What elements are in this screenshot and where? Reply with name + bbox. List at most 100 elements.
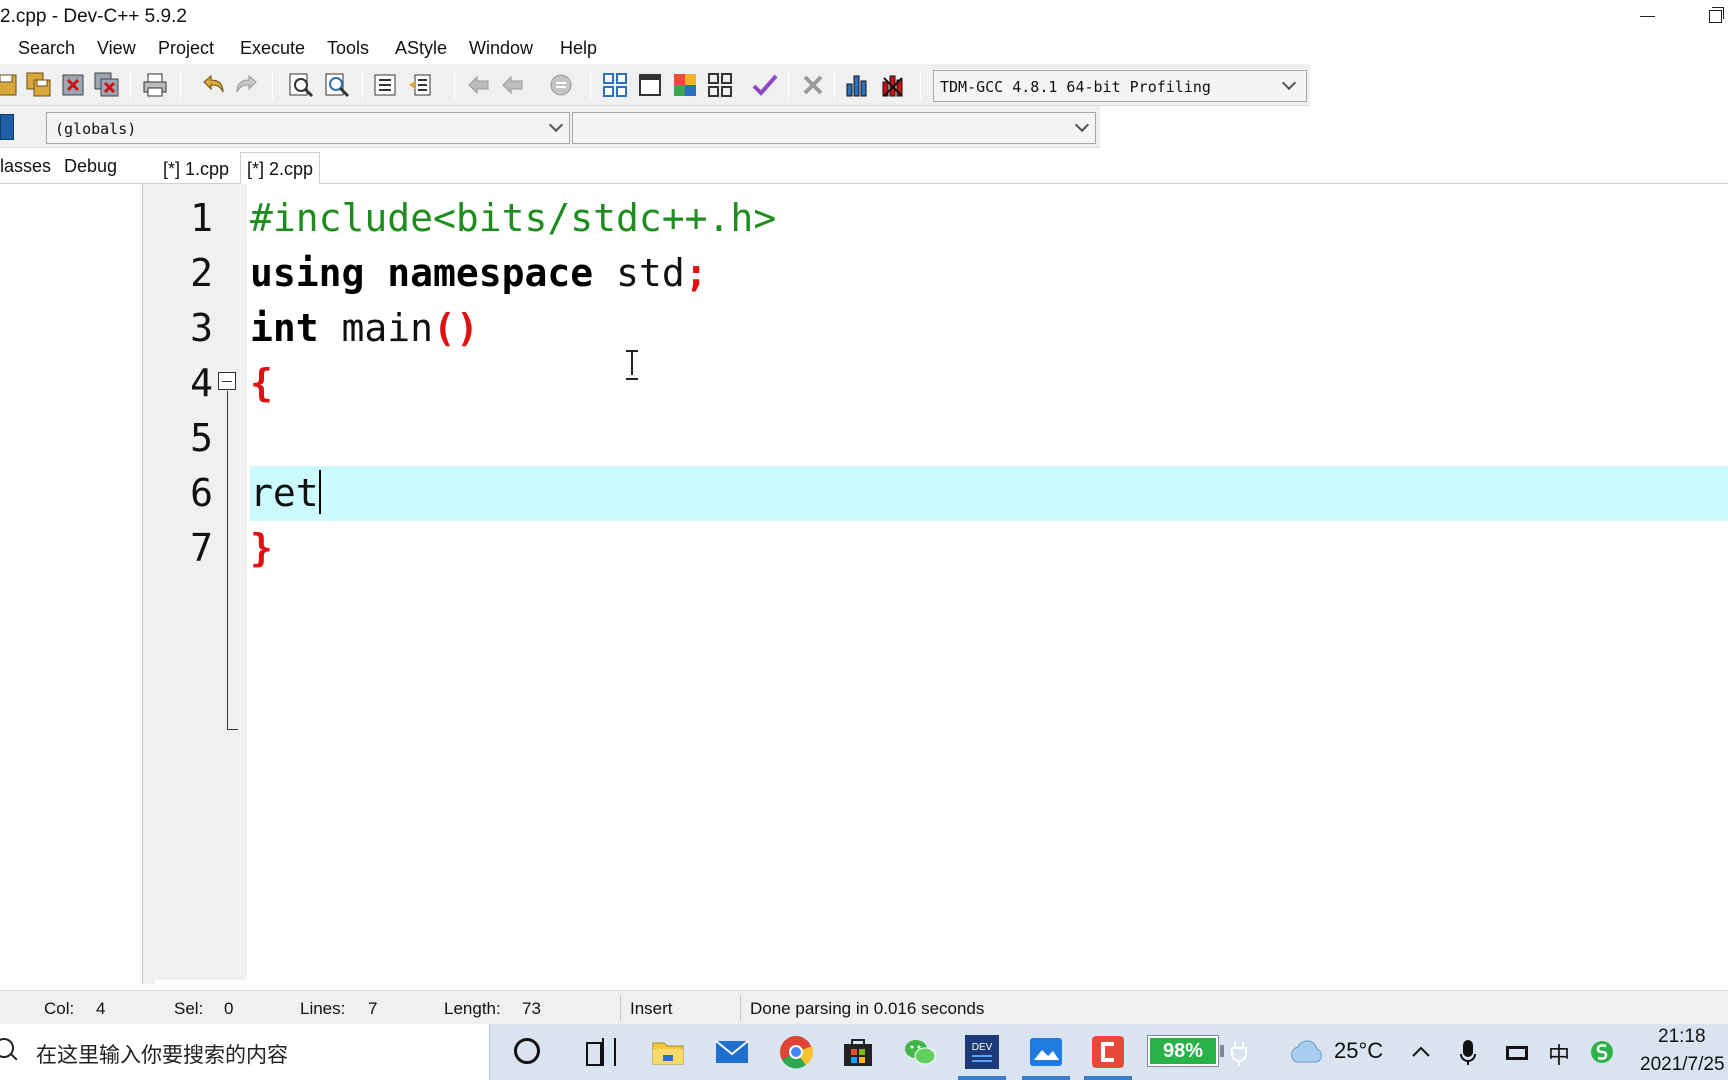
plug-icon bbox=[1231, 1042, 1247, 1066]
dev-cpp-icon[interactable]: DEV bbox=[964, 1034, 1000, 1070]
tab-1-cpp[interactable]: [*] 1.cpp bbox=[156, 152, 236, 184]
line-number: 3 bbox=[190, 306, 213, 350]
line-number: 7 bbox=[190, 526, 213, 570]
save-all-icon[interactable] bbox=[26, 72, 52, 98]
delete-profile-icon[interactable] bbox=[880, 72, 906, 98]
taskbar-search[interactable]: 在这里输入你要搜索的内容 bbox=[0, 1024, 490, 1080]
print-icon[interactable] bbox=[142, 72, 168, 98]
status-bar: Col: 4 Sel: 0 Lines: 7 Length: 73 Insert… bbox=[0, 990, 1728, 1024]
symbol: } bbox=[250, 526, 273, 570]
task-view-icon[interactable] bbox=[584, 1038, 616, 1066]
status-sel-value: 0 bbox=[224, 999, 234, 1018]
status-message: Done parsing in 0.016 seconds bbox=[750, 999, 985, 1018]
menu-search[interactable]: Search bbox=[18, 38, 75, 59]
fold-collapse-icon[interactable] bbox=[218, 372, 236, 390]
weather-cloud-icon[interactable] bbox=[1286, 1034, 1326, 1070]
svg-text:DEV: DEV bbox=[972, 1042, 993, 1053]
fold-line bbox=[227, 391, 228, 729]
microphone-icon[interactable] bbox=[1458, 1034, 1478, 1070]
status-length-value: 73 bbox=[522, 999, 541, 1018]
redo-icon[interactable] bbox=[234, 72, 260, 98]
status-col-label: Col: bbox=[44, 999, 75, 1018]
ime-indicator[interactable]: 中 bbox=[1548, 1038, 1570, 1070]
recorder-app-icon[interactable] bbox=[1090, 1034, 1126, 1070]
window-title: 2.cpp - Dev-C++ 5.9.2 bbox=[0, 6, 187, 27]
battery-tip bbox=[1220, 1045, 1224, 1057]
identifier: main bbox=[341, 306, 434, 350]
file-explorer-icon[interactable] bbox=[650, 1034, 686, 1070]
menu-help[interactable]: Help bbox=[560, 38, 597, 59]
save-icon[interactable] bbox=[0, 72, 20, 98]
undo-icon[interactable] bbox=[200, 72, 226, 98]
clock-time[interactable]: 21:18 bbox=[1658, 1026, 1706, 1048]
chevron-up-icon[interactable] bbox=[1410, 1034, 1432, 1070]
close-file-icon[interactable] bbox=[60, 72, 86, 98]
status-length-label: Length: bbox=[444, 999, 501, 1018]
sogou-input-icon[interactable] bbox=[1588, 1034, 1616, 1070]
store-icon[interactable] bbox=[840, 1034, 876, 1070]
chrome-icon[interactable] bbox=[778, 1034, 814, 1070]
line-number: 1 bbox=[190, 196, 213, 240]
code-line-3: int main() bbox=[250, 301, 1728, 356]
member-select[interactable] bbox=[572, 112, 1096, 144]
replace-icon[interactable] bbox=[324, 72, 350, 98]
battery-indicator[interactable]: 98% bbox=[1147, 1035, 1219, 1067]
close-all-icon[interactable] bbox=[94, 72, 120, 98]
goto-prev-icon[interactable] bbox=[466, 72, 492, 98]
check-syntax-icon[interactable] bbox=[752, 72, 778, 98]
unindent-icon[interactable] bbox=[407, 72, 433, 98]
class-browser-icon[interactable] bbox=[0, 114, 14, 140]
splitter[interactable] bbox=[143, 184, 155, 984]
wechat-icon[interactable] bbox=[902, 1034, 938, 1070]
line-number: 2 bbox=[190, 251, 213, 295]
photos-icon[interactable] bbox=[1028, 1034, 1064, 1070]
goto-next-icon[interactable] bbox=[500, 72, 526, 98]
compiler-select[interactable]: TDM-GCC 4.8.1 64-bit Profiling bbox=[933, 70, 1307, 102]
code-editor[interactable]: 1 2 3 4 5 6 7 #include<bits/stdc++.h> us… bbox=[155, 184, 1728, 980]
mail-icon[interactable] bbox=[714, 1034, 750, 1070]
weather-temperature[interactable]: 25°C bbox=[1334, 1038, 1383, 1064]
keyword: int bbox=[250, 306, 319, 350]
symbol: ; bbox=[684, 251, 708, 295]
identifier: ret bbox=[250, 471, 319, 515]
scope-select-value: (globals) bbox=[55, 120, 137, 138]
menu-tools[interactable]: Tools bbox=[327, 38, 369, 59]
taskbar-search-placeholder: 在这里输入你要搜索的内容 bbox=[36, 1043, 288, 1067]
scope-select[interactable]: (globals) bbox=[46, 112, 570, 144]
chevron-down-icon bbox=[1281, 75, 1297, 91]
color-grid-icon[interactable] bbox=[672, 72, 698, 98]
window-icon[interactable] bbox=[637, 72, 663, 98]
line-number: 5 bbox=[190, 416, 213, 460]
bookmark-icon[interactable] bbox=[548, 72, 574, 98]
line-number: 6 bbox=[190, 471, 213, 515]
profile-chart-icon[interactable] bbox=[844, 72, 870, 98]
clock-date[interactable]: 2021/7/25 bbox=[1640, 1054, 1725, 1076]
network-icon[interactable] bbox=[1504, 1034, 1532, 1070]
restore-icon[interactable] bbox=[1704, 6, 1724, 26]
indent-icon[interactable] bbox=[372, 72, 398, 98]
minimize-icon[interactable] bbox=[1636, 4, 1660, 28]
tab-2-cpp[interactable]: [*] 2.cpp bbox=[240, 152, 321, 184]
menu-view[interactable]: View bbox=[97, 38, 136, 59]
code-line-7: } bbox=[250, 521, 1728, 576]
stop-icon[interactable] bbox=[800, 72, 826, 98]
layout-grid-icon[interactable] bbox=[602, 72, 628, 98]
tiles-icon[interactable] bbox=[707, 72, 733, 98]
fold-end bbox=[227, 729, 238, 730]
menu-window[interactable]: Window bbox=[469, 38, 533, 59]
menu-execute[interactable]: Execute bbox=[240, 38, 305, 59]
status-sel-label: Sel: bbox=[174, 999, 204, 1018]
menu-project[interactable]: Project bbox=[158, 38, 214, 59]
tab-classes[interactable]: lasses bbox=[0, 156, 51, 177]
status-lines-label: Lines: bbox=[300, 999, 346, 1018]
search-icon bbox=[0, 1038, 14, 1058]
class-toolbar: (globals) bbox=[0, 106, 1100, 148]
find-icon[interactable] bbox=[288, 72, 314, 98]
keyword: using bbox=[250, 251, 365, 295]
class-browser-panel bbox=[0, 184, 143, 984]
menu-astyle[interactable]: AStyle bbox=[395, 38, 447, 59]
cortana-icon[interactable] bbox=[514, 1038, 540, 1064]
code-line-2: using namespace std; bbox=[250, 246, 1728, 301]
line-number-gutter: 1 2 3 4 5 6 7 bbox=[155, 184, 247, 980]
tab-debug[interactable]: Debug bbox=[64, 156, 117, 177]
